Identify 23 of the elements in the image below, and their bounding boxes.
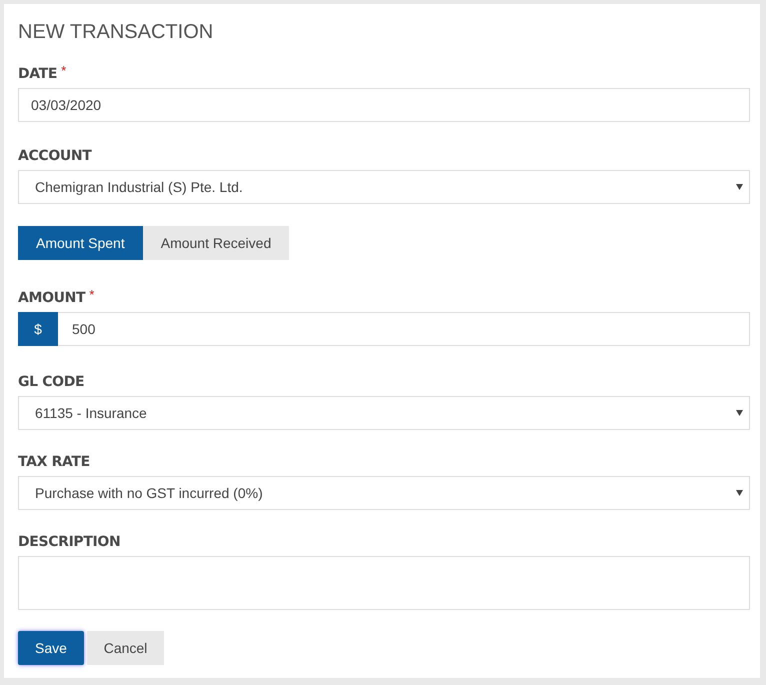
toggle-tab[interactable]: Amount Received — [142, 226, 290, 260]
toggle-tab[interactable]: Amount Spent — [18, 226, 143, 260]
save-button[interactable]: Save — [18, 631, 84, 665]
date-field[interactable]: 03/03/2020 — [18, 88, 750, 122]
dropdown-field[interactable]: Purchase with no GST incurred (0%) — [18, 476, 750, 510]
currency-prefix: $ — [18, 312, 58, 346]
field-label: GL CODE — [18, 373, 84, 392]
dropdown-field[interactable]: 61135 - Insurance — [18, 396, 750, 430]
field-label: DESCRIPTION — [18, 533, 120, 552]
caret-icon — [736, 490, 743, 496]
amount-field[interactable]: 500 — [58, 312, 750, 346]
field-label: ACCOUNT — [18, 147, 92, 166]
caret-icon — [736, 410, 743, 416]
cancel-button[interactable]: Cancel — [87, 631, 164, 665]
dropdown-field[interactable]: Chemigran Industrial (S) Pte. Ltd. — [18, 170, 750, 204]
required-marker: * — [61, 64, 66, 77]
form-title: NEW TRANSACTION — [18, 20, 214, 44]
description-field[interactable] — [18, 556, 750, 610]
caret-icon — [736, 184, 743, 190]
field-label: AMOUNT — [18, 289, 86, 308]
field-label: TAX RATE — [18, 453, 90, 472]
required-marker: * — [89, 288, 94, 301]
field-label: DATE — [18, 65, 58, 84]
